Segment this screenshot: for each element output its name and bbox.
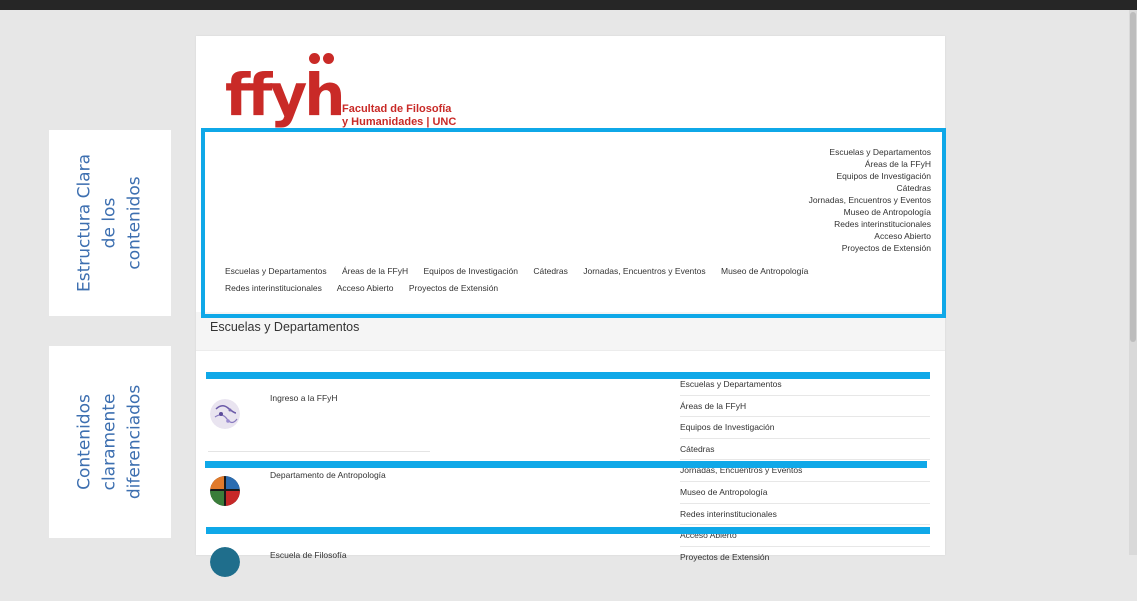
card-thumbnail-teal [210,547,240,577]
card-item[interactable]: Ingreso a la FFyH [208,391,430,452]
logo-line-1: Facultad de Filosofía [342,103,452,115]
highlight-frame-menu [201,128,946,318]
annotation-text-structure: Estructura Clara de los contenidos [74,153,145,293]
card-title[interactable]: Ingreso a la FFyH [270,393,338,403]
sidebar-list: Escuelas y Departamentos Áreas de la FFy… [680,374,930,569]
card-thumbnail-illustration [210,399,240,429]
sidebar-list-item[interactable]: Equipos de Investigación [680,417,930,439]
sidebar-list-item[interactable]: Cátedras [680,439,930,461]
annotation-box-structure: Estructura Clara de los contenidos [49,130,171,316]
card-item[interactable]: Departamento de Antropología [208,468,430,529]
sidebar-list-item[interactable]: Museo de Antropología [680,482,930,504]
sidebar-list-item[interactable]: Proyectos de Extensión [680,547,930,569]
logo-mark: ffyh [225,61,346,129]
sidebar-list-item[interactable]: Redes interinstitucionales [680,504,930,526]
browser-top-bar [0,0,1137,10]
highlight-separator [206,527,930,534]
card-item[interactable]: Escuela de Filosofía [208,541,430,601]
logo-text: Facultad de Filosofía y Humanidades | UN… [342,103,456,129]
card-thumbnail-blocks [210,476,240,506]
scrollbar-thumb[interactable] [1130,12,1136,342]
section-title: Escuelas y Departamentos [210,320,360,334]
card-title[interactable]: Escuela de Filosofía [270,550,347,560]
sidebar-list-item[interactable]: Áreas de la FFyH [680,396,930,418]
annotation-text-differentiated: Contenidos claramente diferenciados [74,384,145,500]
ffyh-logo[interactable]: ffyh Facultad de Filosofía y Humanidades… [225,46,465,136]
highlight-separator [206,372,930,379]
card-title[interactable]: Departamento de Antropología [270,470,386,480]
highlight-separator [205,461,927,468]
annotation-box-differentiated: Contenidos claramente diferenciados [49,346,171,538]
